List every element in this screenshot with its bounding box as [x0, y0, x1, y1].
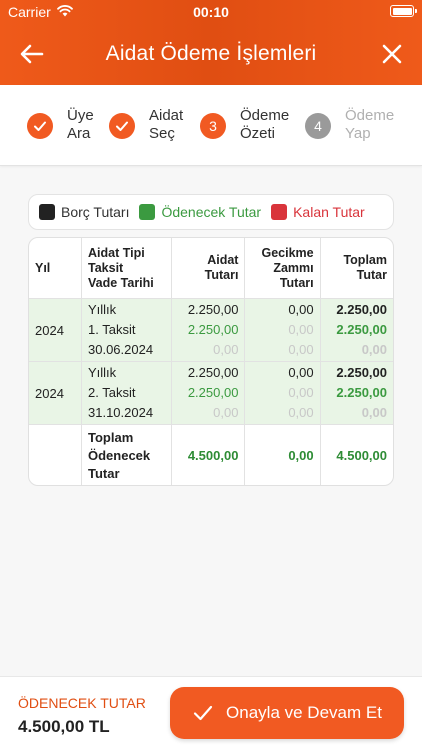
- cell-total-gecikme: 0,00: [244, 424, 321, 485]
- step-aidat-sec: Aidat Seç: [109, 107, 183, 147]
- legend-swatch: [271, 204, 288, 220]
- payment-footer: ÖDENECEK TUTAR 4.500,00 TL Onayla ve Dev…: [0, 676, 422, 751]
- status-bar: Carrier 00:10: [0, 0, 422, 24]
- battery-icon: [390, 5, 417, 17]
- cell-total-label: Toplam Ödenecek Tutar: [81, 424, 172, 485]
- check-icon: [109, 113, 135, 139]
- dues-summary-table: Yıl Aidat Tipi Taksit Vade Tarihi Aidat …: [28, 237, 394, 486]
- legend-odenecek: Ödenecek Tutar: [139, 204, 261, 220]
- amount-legend: Borç Tutarı Ödenecek Tutar Kalan Tutar: [28, 194, 394, 230]
- cell-total-toplam: 4.500,00: [336, 448, 387, 463]
- col-header-gecikme: Gecikme Zammı Tutarı: [244, 238, 321, 299]
- cell-year-empty: [29, 424, 82, 485]
- step-uye-ara: Üye Ara: [27, 107, 94, 147]
- legend-label: Ödenecek Tutar: [161, 204, 262, 220]
- cell-aidat: 2.250,00 2.250,00 0,00: [171, 298, 246, 362]
- confirm-continue-button[interactable]: Onayla ve Devam Et: [170, 687, 404, 739]
- cell-aidat: 2.250,00 2.250,00 0,00: [171, 361, 246, 425]
- app-header: Carrier 00:10 Aidat Ödeme İşlemleri: [0, 0, 422, 85]
- payable-amount-label: ÖDENECEK TUTAR: [18, 695, 146, 711]
- table-header-row: Yıl Aidat Tipi Taksit Vade Tarihi Aidat …: [29, 238, 393, 299]
- col-header-type: Aidat Tipi Taksit Vade Tarihi: [81, 238, 172, 299]
- check-icon: [193, 705, 213, 721]
- check-icon: [27, 113, 53, 139]
- step-odeme-ozeti: 3 Ödeme Özeti: [200, 107, 289, 147]
- step-label: Aidat Seç: [149, 107, 184, 142]
- col-header-aidat: Aidat Tutarı: [171, 238, 246, 299]
- legend-swatch: [139, 204, 156, 220]
- page-title: Aidat Ödeme İşlemleri: [105, 42, 317, 65]
- cell-toplam: 2.250,00 2.250,00 0,00: [320, 361, 393, 425]
- col-header-year: Yıl: [29, 238, 82, 299]
- step-odeme-yap: 4 Ödeme Yap: [305, 107, 394, 147]
- cell-gecikme: 0,00 0,00 0,00: [244, 298, 321, 362]
- step-label: Üye Ara: [67, 107, 94, 142]
- step-label: Ödeme Yap: [345, 107, 395, 142]
- cell-year: 2024: [29, 298, 82, 362]
- cell-year: 2024: [29, 361, 82, 425]
- status-time: 00:10: [193, 4, 229, 20]
- legend-kalan: Kalan Tutar: [271, 204, 365, 220]
- legend-borc: Borç Tutarı: [39, 204, 129, 220]
- payable-amount-value: 4.500,00 TL: [18, 717, 110, 736]
- legend-swatch: [39, 204, 55, 220]
- step-number: 4: [305, 113, 331, 139]
- table-row: 2024 Yıllık 2. Taksit 31.10.2024 2.250,0…: [29, 361, 393, 425]
- cell-gecikme: 0,00 0,00 0,00: [244, 361, 321, 425]
- cell-type: Yıllık 1. Taksit 30.06.2024: [81, 298, 172, 362]
- progress-steps: Üye Ara Aidat Seç 3 Ödeme Özeti 4 Ödeme …: [0, 85, 422, 166]
- cell-total-aidat: 4.500,00: [171, 424, 246, 485]
- close-icon[interactable]: [380, 42, 404, 66]
- legend-label: Borç Tutarı: [61, 204, 130, 220]
- cell-toplam: 2.250,00 2.250,00 0,00: [320, 298, 393, 362]
- step-label: Ödeme Özeti: [240, 107, 290, 142]
- table-row: 2024 Yıllık 1. Taksit 30.06.2024 2.250,0…: [29, 298, 393, 362]
- cell-type: Yıllık 2. Taksit 31.10.2024: [81, 361, 172, 425]
- legend-label: Kalan Tutar: [293, 204, 365, 220]
- table-total-row: Toplam Ödenecek Tutar 4.500,00 0,00 4.50…: [29, 424, 393, 485]
- confirm-button-label: Onayla ve Devam Et: [226, 703, 382, 722]
- col-header-toplam: Toplam Tutar: [320, 238, 393, 299]
- step-number: 3: [200, 113, 226, 139]
